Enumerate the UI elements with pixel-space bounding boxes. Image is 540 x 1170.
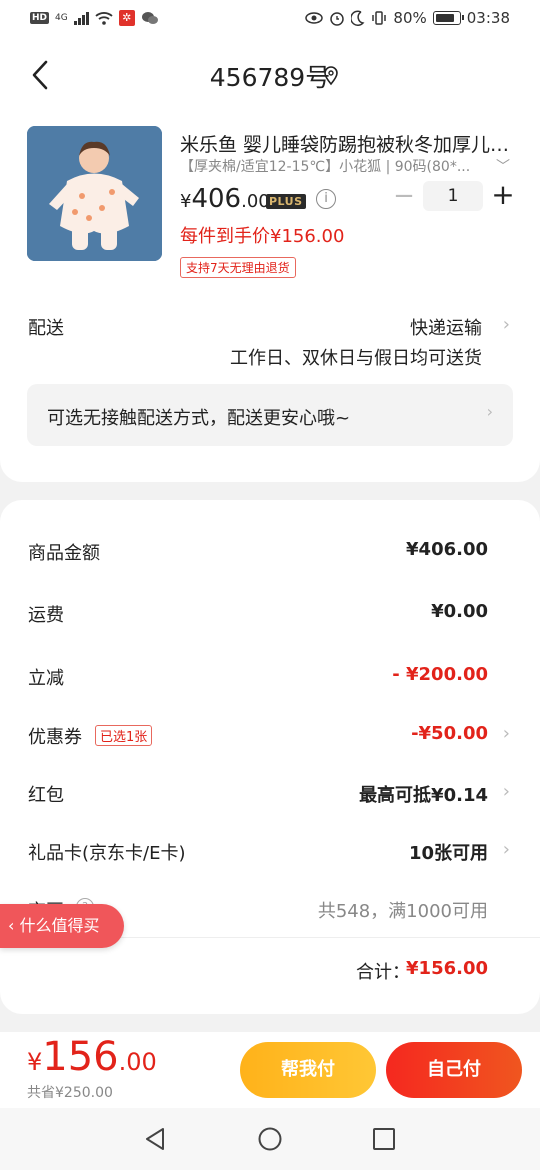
nav-home-icon[interactable] bbox=[257, 1126, 283, 1152]
vibrate-icon bbox=[372, 11, 387, 25]
help-pay-button[interactable]: 帮我付 bbox=[240, 1042, 376, 1098]
coupon-selected-tag: 已选1张 bbox=[95, 725, 153, 746]
gift-card-value[interactable]: 10张可用 bbox=[409, 839, 488, 865]
delivery-note: 工作日、双休日与假日均可送货 bbox=[230, 348, 482, 369]
coupon-value[interactable]: -¥50.00 bbox=[411, 723, 488, 744]
product-title[interactable]: 米乐鱼 婴儿睡袋防踢抱被秋冬加厚儿童睡袋宝宝 bbox=[180, 130, 520, 157]
return-policy-tag: 支持7天无理由退货 bbox=[180, 257, 296, 278]
order-product-card: 米乐鱼 婴儿睡袋防踢抱被秋冬加厚儿童睡袋宝宝 【厚夹棉/适宜12-15℃】小花狐… bbox=[0, 114, 540, 482]
signal-icon bbox=[73, 11, 89, 25]
nav-back-icon[interactable] bbox=[143, 1126, 167, 1152]
red-packet-value[interactable]: 最高可抵¥0.14 bbox=[359, 781, 488, 807]
red-packet-label[interactable]: 红包 bbox=[28, 781, 64, 807]
alarm-icon bbox=[330, 12, 345, 26]
discount-label: 立减 bbox=[28, 668, 64, 689]
network-type: 4G bbox=[55, 13, 68, 23]
contactless-delivery-option[interactable]: 可选无接触配送方式，配送更安心哦~ › bbox=[27, 384, 513, 446]
smzdm-float-button[interactable]: ‹ 什么值得买 bbox=[0, 904, 124, 948]
self-pay-button[interactable]: 自己付 bbox=[386, 1042, 522, 1098]
quantity-increase-button[interactable]: + bbox=[490, 180, 516, 210]
app-notification-icon: ✲ bbox=[118, 10, 135, 26]
goods-amount-value: ¥406.00 bbox=[406, 539, 488, 560]
total-value: ¥156.00 bbox=[406, 958, 488, 979]
product-image[interactable] bbox=[27, 126, 162, 261]
discount-value: - ¥200.00 bbox=[392, 664, 488, 685]
clock-time: 03:38 bbox=[466, 9, 510, 27]
product-spec[interactable]: 【厚夹棉/适宜12-15℃】小花狐 | 90码(80*... bbox=[180, 156, 490, 176]
float-tag-label: 什么值得买 bbox=[19, 916, 100, 935]
final-unit-price: 每件到手价¥156.00 bbox=[180, 226, 345, 247]
header: 456789号 bbox=[0, 36, 540, 114]
location-icon[interactable] bbox=[322, 66, 340, 86]
battery-icon bbox=[432, 11, 464, 25]
moon-icon bbox=[351, 10, 365, 26]
battery-percent: 80% bbox=[393, 9, 427, 27]
product-price: ¥406.00 bbox=[180, 184, 270, 214]
contactless-text: 可选无接触配送方式，配送更安心哦~ bbox=[47, 408, 351, 429]
chevron-left-icon: ‹ bbox=[8, 916, 20, 935]
chevron-right-icon[interactable]: › bbox=[503, 723, 510, 744]
goods-amount-label: 商品金额 bbox=[28, 543, 100, 564]
jd-bean-value: 共548，满1000可用 bbox=[317, 901, 488, 922]
info-icon[interactable]: i bbox=[316, 189, 336, 209]
chevron-right-icon[interactable]: › bbox=[503, 781, 510, 802]
chevron-right-icon[interactable]: › bbox=[503, 839, 510, 860]
saved-amount: 共省¥250.00 bbox=[27, 1085, 113, 1101]
system-nav-bar bbox=[0, 1108, 540, 1170]
eye-icon bbox=[305, 12, 324, 24]
nav-recents-icon[interactable] bbox=[372, 1126, 396, 1152]
quantity-decrease-button[interactable]: − bbox=[392, 182, 416, 212]
shipping-value: ¥0.00 bbox=[431, 601, 488, 622]
chevron-down-icon[interactable]: ﹀ bbox=[496, 156, 510, 176]
gift-card-label[interactable]: 礼品卡(京东卡/E卡) bbox=[28, 839, 185, 865]
chevron-right-icon: › bbox=[486, 402, 493, 421]
hd-badge: HD bbox=[30, 12, 50, 24]
payment-bar: ¥156.00 共省¥250.00 帮我付 自己付 bbox=[0, 1032, 540, 1108]
wechat-icon bbox=[141, 12, 158, 24]
status-bar: HD 4G ✲ 80% 03:38 bbox=[0, 0, 540, 36]
wifi-icon bbox=[95, 12, 113, 25]
coupon-label[interactable]: 优惠券 bbox=[28, 723, 82, 749]
pay-total: ¥156.00 bbox=[27, 1034, 157, 1080]
delivery-label: 配送 bbox=[28, 318, 64, 339]
shipping-label: 运费 bbox=[28, 605, 64, 626]
quantity-input[interactable]: 1 bbox=[423, 181, 483, 211]
address-title[interactable]: 456789号 bbox=[0, 58, 540, 94]
chevron-right-icon[interactable]: › bbox=[503, 314, 510, 335]
total-label: 合计： bbox=[356, 962, 410, 983]
delivery-method[interactable]: 快递运输 bbox=[410, 314, 482, 340]
plus-badge: PLUS bbox=[266, 194, 306, 209]
